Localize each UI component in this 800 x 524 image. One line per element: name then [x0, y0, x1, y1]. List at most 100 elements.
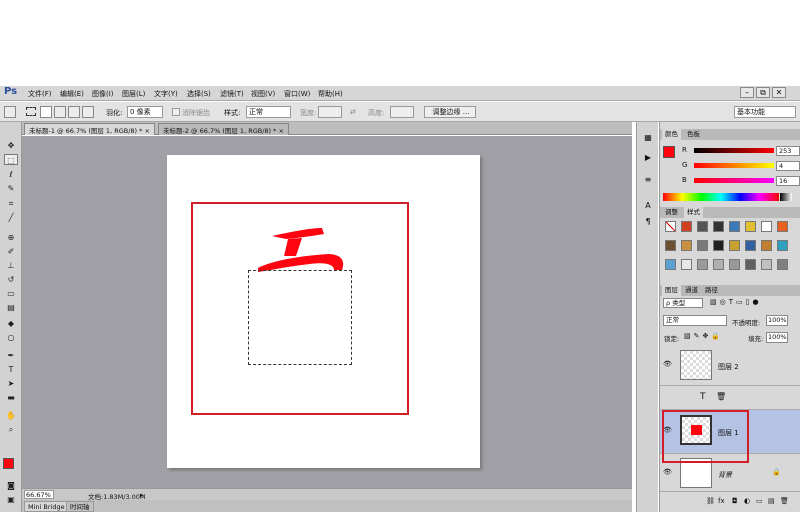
r-slider[interactable]: [694, 148, 774, 153]
visibility-eye-icon[interactable]: 👁: [663, 468, 672, 476]
layer-name[interactable]: 图层 2: [718, 362, 739, 372]
style-preset-swatch[interactable]: [713, 221, 724, 232]
style-preset-swatch[interactable]: [713, 240, 724, 251]
layer-effects-row[interactable]: T 🗑: [660, 386, 800, 410]
layer-filter-icons[interactable]: ▧◎T▭▯●: [710, 298, 762, 306]
quick-mask-icon[interactable]: ◙: [4, 480, 18, 491]
healing-tool-icon[interactable]: ⊕: [4, 232, 18, 243]
move-tool-icon[interactable]: ✥: [4, 140, 18, 151]
layer-name[interactable]: 背景: [718, 470, 732, 480]
refine-edge-button[interactable]: 调整边缘 ...: [424, 106, 476, 118]
delete-layer-icon[interactable]: 🗑: [780, 497, 789, 505]
feather-input[interactable]: 0 像素: [127, 106, 163, 118]
style-preset-swatch[interactable]: [681, 259, 692, 270]
menu-view[interactable]: 视图(V): [251, 89, 275, 99]
fill-input[interactable]: 100%: [766, 332, 788, 343]
add-selection-button[interactable]: [54, 106, 66, 118]
style-preset-swatch[interactable]: [745, 221, 756, 232]
style-preset-swatch[interactable]: [761, 240, 772, 251]
opacity-input[interactable]: 100%: [766, 315, 788, 326]
menu-edit[interactable]: 编辑(E): [60, 89, 84, 99]
properties-panel-icon[interactable]: ≡: [641, 174, 655, 186]
tab-adjustments[interactable]: 调整: [662, 207, 681, 218]
menu-layer[interactable]: 图层(L): [122, 89, 145, 99]
style-preset-swatch[interactable]: [697, 221, 708, 232]
add-mask-icon[interactable]: ◘: [732, 497, 738, 505]
dodge-tool-icon[interactable]: ○: [4, 332, 18, 343]
workspace-select[interactable]: 基本功能: [734, 106, 796, 118]
lock-icons[interactable]: ▨✎✥🔒: [684, 332, 723, 340]
tab-layers[interactable]: 图层: [662, 285, 681, 296]
visibility-eye-icon[interactable]: 👁: [663, 360, 672, 368]
brush-tool-icon[interactable]: ✐: [4, 246, 18, 257]
style-preset-swatch[interactable]: [777, 259, 788, 270]
style-preset-swatch[interactable]: [697, 240, 708, 251]
r-value[interactable]: 253: [776, 146, 800, 156]
history-brush-tool-icon[interactable]: ↺: [4, 274, 18, 285]
gradient-tool-icon[interactable]: ▤: [4, 302, 18, 313]
character-panel-icon[interactable]: A: [641, 200, 655, 212]
style-preset-swatch[interactable]: [777, 221, 788, 232]
layer-filter-select[interactable]: ρ 类型: [663, 298, 703, 308]
style-preset-swatch[interactable]: [761, 221, 772, 232]
trash-icon[interactable]: 🗑: [716, 392, 726, 401]
fx-icon[interactable]: fx: [718, 497, 725, 505]
g-value[interactable]: 4: [776, 161, 800, 171]
link-layers-icon[interactable]: ⛓: [706, 497, 715, 505]
layer-row-2[interactable]: 👁 图层 2: [660, 346, 800, 386]
menu-select[interactable]: 选择(S): [187, 89, 211, 99]
style-preset-swatch[interactable]: [697, 259, 708, 270]
menu-help[interactable]: 帮助(H): [318, 89, 343, 99]
style-preset-swatch[interactable]: [713, 259, 724, 270]
antialias-checkbox[interactable]: [172, 108, 180, 116]
actions-panel-icon[interactable]: ▶: [641, 152, 655, 164]
tab-styles[interactable]: 样式: [684, 207, 703, 218]
path-select-tool-icon[interactable]: ➤: [4, 378, 18, 389]
new-selection-button[interactable]: [40, 106, 52, 118]
zoom-tool-icon[interactable]: ⌕: [4, 424, 18, 435]
shape-tool-icon[interactable]: ▬: [4, 392, 18, 403]
new-group-icon[interactable]: ▭: [756, 497, 763, 505]
paragraph-panel-icon[interactable]: ¶: [641, 216, 655, 228]
lasso-tool-icon[interactable]: ℓ: [4, 169, 18, 180]
adjustment-layer-icon[interactable]: ◐: [744, 497, 750, 505]
new-layer-icon[interactable]: ▤: [768, 497, 775, 505]
style-preset-swatch[interactable]: [761, 259, 772, 270]
restore-button[interactable]: ⧉: [756, 87, 770, 98]
screen-mode-icon[interactable]: ▣: [4, 494, 18, 505]
status-menu-icon[interactable]: ▸: [140, 491, 144, 499]
style-preset-swatch[interactable]: [729, 240, 740, 251]
blur-tool-icon[interactable]: ◆: [4, 318, 18, 329]
zoom-level[interactable]: 66.67%: [24, 490, 54, 499]
tab-paths[interactable]: 路径: [702, 285, 721, 296]
eyedropper-tool-icon[interactable]: ╱: [4, 212, 18, 223]
tab-swatches[interactable]: 色板: [684, 129, 703, 140]
b-value[interactable]: 16: [776, 176, 800, 186]
menu-image[interactable]: 图像(I): [92, 89, 114, 99]
width-input[interactable]: [318, 106, 342, 118]
close-icon[interactable]: ×: [144, 127, 149, 135]
b-slider[interactable]: [694, 178, 774, 183]
style-select[interactable]: 正常: [246, 106, 291, 118]
intersect-selection-button[interactable]: [82, 106, 94, 118]
style-preset-swatch[interactable]: [745, 259, 756, 270]
minimize-button[interactable]: –: [740, 87, 754, 98]
style-preset-swatch[interactable]: [681, 240, 692, 251]
style-preset-swatch[interactable]: [777, 240, 788, 251]
menu-type[interactable]: 文字(Y): [154, 89, 178, 99]
tab-timeline[interactable]: 时间轴: [66, 501, 94, 512]
tab-channels[interactable]: 通道: [682, 285, 701, 296]
eraser-tool-icon[interactable]: ▭: [4, 288, 18, 299]
grayscale-bar[interactable]: [780, 193, 792, 201]
menu-window[interactable]: 窗口(W): [284, 89, 310, 99]
history-panel-icon[interactable]: ▦: [641, 132, 655, 144]
pen-tool-icon[interactable]: ✒: [4, 350, 18, 361]
blend-mode-select[interactable]: 正常: [663, 315, 727, 326]
style-preset-swatch[interactable]: [681, 221, 692, 232]
height-input[interactable]: [390, 106, 414, 118]
tool-preset-picker[interactable]: [4, 106, 16, 118]
style-preset-swatch[interactable]: [729, 221, 740, 232]
style-preset-swatch[interactable]: [665, 259, 676, 270]
swap-icon[interactable]: ⇄: [350, 108, 356, 116]
style-preset-swatch[interactable]: [729, 259, 740, 270]
